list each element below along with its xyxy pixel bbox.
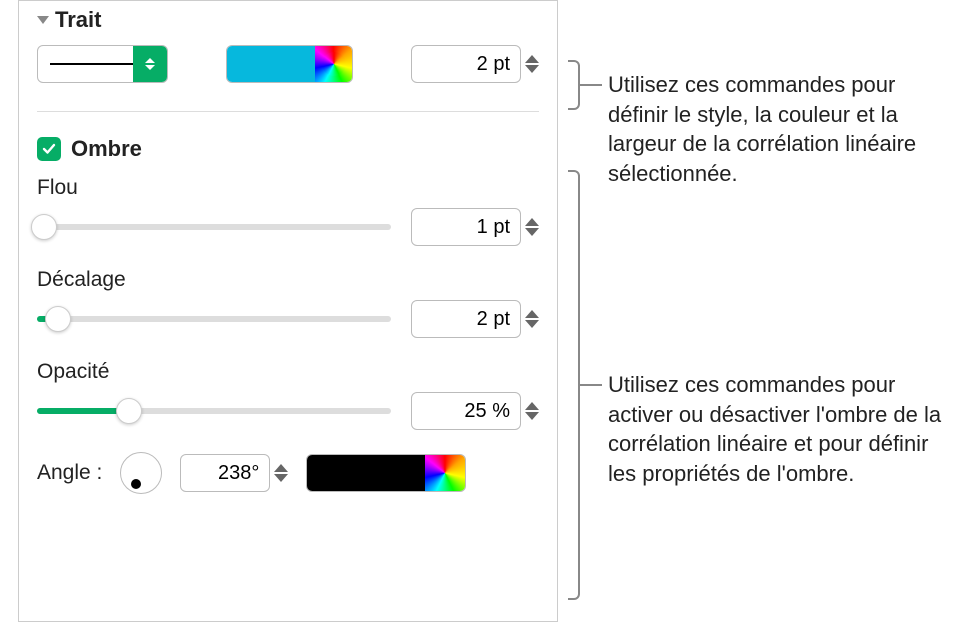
dropdown-arrows-icon: [133, 46, 167, 82]
callout-text-2: Utilisez ces commandes pour activer ou d…: [608, 370, 953, 489]
stepper-up-icon: [274, 464, 288, 472]
angle-dial[interactable]: [120, 452, 162, 494]
stroke-color-swatch: [227, 46, 315, 82]
angle-row: Angle :: [37, 452, 539, 494]
stepper-down-icon: [525, 65, 539, 73]
blur-label: Flou: [37, 176, 539, 200]
trait-section-header[interactable]: Trait: [37, 7, 539, 33]
offset-stepper: [411, 300, 539, 338]
shadow-label: Ombre: [71, 136, 142, 162]
stroke-color-well[interactable]: [226, 45, 353, 83]
offset-stepper-buttons[interactable]: [525, 310, 539, 328]
offset-slider[interactable]: [37, 307, 391, 331]
blur-stepper-buttons[interactable]: [525, 218, 539, 236]
blur-slider[interactable]: [37, 215, 391, 239]
stepper-up-icon: [525, 218, 539, 226]
callout-leader-1: [580, 84, 602, 86]
check-icon: [41, 141, 57, 157]
chevron-down-icon: [37, 16, 49, 24]
stroke-style-dropdown[interactable]: [37, 45, 168, 83]
stepper-up-icon: [525, 402, 539, 410]
callout-text-1: Utilisez ces commandes pour définir le s…: [608, 70, 953, 189]
stepper-down-icon: [525, 228, 539, 236]
callouts-layer: Utilisez ces commandes pour définir le s…: [558, 0, 958, 625]
opacity-stepper-buttons[interactable]: [525, 402, 539, 420]
callout-bracket-2: [568, 170, 580, 600]
opacity-label: Opacité: [37, 360, 539, 384]
stroke-width-input[interactable]: [411, 45, 521, 83]
shadow-checkbox-row: Ombre: [37, 136, 539, 162]
offset-input[interactable]: [411, 300, 521, 338]
blur-input[interactable]: [411, 208, 521, 246]
stroke-width-stepper-buttons[interactable]: [525, 55, 539, 73]
shadow-color-swatch: [307, 455, 425, 491]
blur-stepper: [411, 208, 539, 246]
opacity-stepper: [411, 392, 539, 430]
callout-bracket-1: [568, 60, 580, 110]
shadow-color-well[interactable]: [306, 454, 466, 492]
angle-input[interactable]: [180, 454, 270, 492]
trait-controls-row: [37, 45, 539, 83]
section-divider: [37, 111, 539, 112]
stroke-width-stepper: [411, 45, 539, 83]
stepper-up-icon: [525, 310, 539, 318]
stepper-down-icon: [274, 474, 288, 482]
shadow-checkbox[interactable]: [37, 137, 61, 161]
opacity-input[interactable]: [411, 392, 521, 430]
stepper-up-icon: [525, 55, 539, 63]
offset-label: Décalage: [37, 268, 539, 292]
callout-leader-2: [580, 384, 602, 386]
inspector-panel: Trait Ombre Flou: [18, 0, 558, 622]
color-wheel-icon: [315, 46, 352, 82]
stepper-down-icon: [525, 412, 539, 420]
angle-stepper-buttons[interactable]: [274, 464, 288, 482]
opacity-slider[interactable]: [37, 399, 391, 423]
angle-stepper: [180, 454, 288, 492]
stepper-down-icon: [525, 320, 539, 328]
color-wheel-icon: [425, 455, 465, 491]
trait-title: Trait: [55, 7, 101, 33]
angle-label: Angle :: [37, 461, 102, 485]
line-style-preview: [50, 63, 140, 65]
